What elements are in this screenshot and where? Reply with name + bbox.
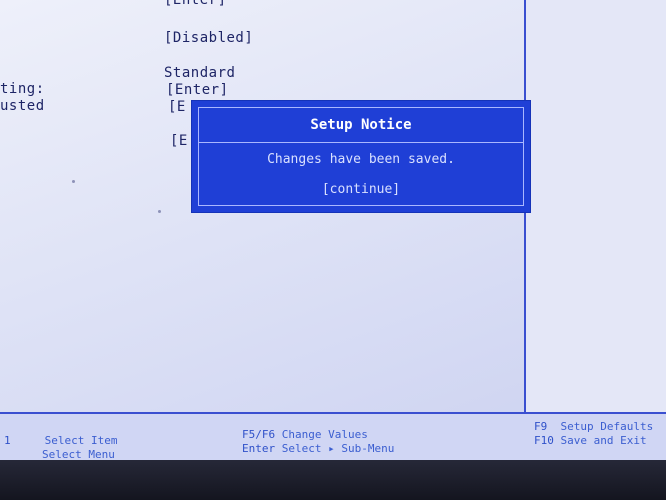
footer-key: Enter [242,442,276,455]
setting-value-2[interactable]: [Disabled] [164,30,253,46]
setting-value-1[interactable]: [Enter] [164,0,227,8]
footer-key: F9 [534,420,548,433]
footer-right-2: F10 Save and Exit [534,434,647,447]
footer-desc: Select Item [44,434,118,447]
setting-value-4[interactable]: [Enter] [166,82,229,98]
help-panel [526,0,666,412]
footer-middle-2: Enter Select ▸ Sub-Menu [242,442,394,455]
key-help-bar: 1 Select Item Select Menu F5/F6 Change Va… [0,412,666,462]
footer-middle-1: F5/F6 Change Values [242,428,368,441]
setting-value-6[interactable]: [E [170,133,188,149]
footer-left-1: 1 Select Item [4,434,117,447]
footer-desc: Change Values [281,428,368,441]
screen-speck [158,210,161,213]
footer-desc: Setup Defaults [560,420,654,433]
footer-desc: Select ▸ Sub-Menu [281,442,395,455]
continue-button[interactable]: [continue] [318,182,404,197]
dialog-message: Changes have been saved. [267,152,455,167]
setting-label-5: usted [0,98,45,114]
footer-key: 1 [4,434,11,447]
footer-key: F5/F6 [242,428,276,441]
footer-desc: Save and Exit [560,434,647,447]
setting-value-5[interactable]: [E [168,99,186,115]
setup-notice-dialog: Setup Notice Changes have been saved. [c… [192,101,530,212]
dialog-frame: Setup Notice Changes have been saved. [c… [198,107,524,206]
footer-key: F10 [534,434,554,447]
setting-label-4: ting: [0,81,45,97]
monitor-bezel [0,460,666,500]
bios-screen: [Enter] [Disabled] Standard ting: [Enter… [0,0,666,500]
setting-value-3[interactable]: Standard [164,65,235,81]
footer-right-1: F9 Setup Defaults [534,420,653,433]
screen-speck [72,180,75,183]
dialog-title: Setup Notice [199,108,523,143]
